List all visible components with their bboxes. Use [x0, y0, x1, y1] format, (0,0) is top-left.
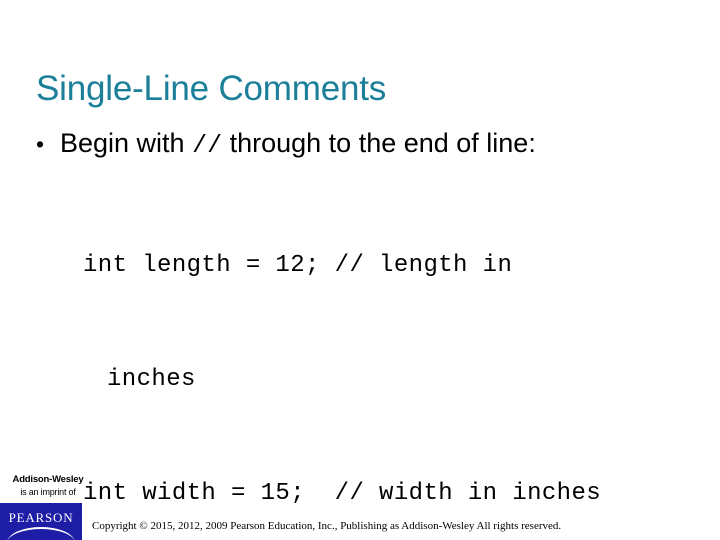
pearson-logo-text: PEARSON: [8, 510, 74, 525]
bullet-item: • Begin with // through to the end of li…: [36, 126, 696, 163]
pearson-swoosh-icon: [7, 527, 75, 540]
slide-canvas: Single-Line Comments • Begin with // thr…: [0, 0, 720, 540]
pearson-logo: PEARSON: [0, 503, 82, 540]
bullet-item-label: Begin with // through to the end of line…: [60, 126, 696, 163]
imprint-name: Addison-Wesley: [12, 474, 84, 485]
bullet-marker-icon: •: [36, 131, 45, 157]
code-line-wrapped: inches: [107, 366, 196, 393]
code-line: int width = 15; // width in inches: [83, 480, 602, 507]
code-line: int length = 12; // length in: [83, 252, 513, 279]
bullet-text-before: Begin with: [60, 128, 193, 158]
code-block-declarations: int length = 12; // length in inches int…: [83, 171, 696, 540]
slide-body: • Begin with // through to the end of li…: [36, 126, 696, 540]
copyright-notice: Copyright © 2015, 2012, 2009 Pearson Edu…: [92, 520, 562, 532]
page-title: Single-Line Comments: [36, 69, 387, 109]
bullet-text-after: through to the end of line:: [222, 128, 536, 158]
imprint-subtitle: is an imprint of: [20, 487, 76, 497]
bullet-code-token: //: [192, 131, 223, 160]
imprint-block: Addison-Wesley is an imprint of: [8, 474, 88, 498]
